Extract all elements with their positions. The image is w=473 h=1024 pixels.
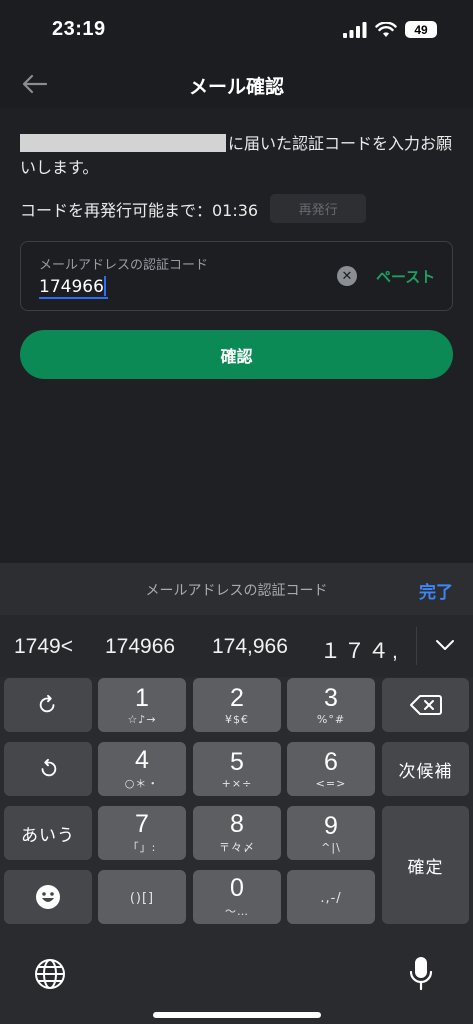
home-indicator bbox=[153, 1012, 321, 1018]
keyboard-field-title: メールアドレスの認証コード bbox=[145, 583, 328, 599]
clear-icon[interactable]: ✕ bbox=[337, 266, 357, 286]
reverse-icon bbox=[41, 758, 57, 777]
key-0[interactable]: 0 〜… bbox=[193, 870, 281, 924]
emoji-icon bbox=[36, 885, 60, 909]
wifi-icon bbox=[375, 21, 397, 37]
chevron-down-icon[interactable] bbox=[433, 633, 457, 657]
keyboard-accessory-bar: メールアドレスの認証コード 完了 bbox=[0, 563, 473, 615]
key-6[interactable]: 6 <=> bbox=[287, 742, 375, 796]
key-7[interactable]: 7 「」: bbox=[98, 806, 186, 860]
key-1[interactable]: 1 ☆♪→ bbox=[98, 678, 186, 732]
instruction-text: に届いた認証コードを入力お願いします。 bbox=[20, 134, 453, 177]
suggestion-divider bbox=[416, 627, 417, 665]
done-button[interactable]: 完了 bbox=[419, 578, 453, 603]
emoji-key[interactable] bbox=[4, 870, 92, 924]
key-8[interactable]: 8 〒々〆 bbox=[193, 806, 281, 860]
key-5[interactable]: 5 +×÷ bbox=[193, 742, 281, 796]
keypad: 1 ☆♪→ 2 ¥$€ 3 %°# 4 ○＊・ 5 +×÷ 6 <=> 次候補 あいう bbox=[0, 677, 473, 1024]
bracket-key[interactable]: ()[] bbox=[98, 870, 186, 924]
suggestion-item[interactable]: 174,966 bbox=[212, 635, 288, 659]
key-9[interactable]: 9 ^|\ bbox=[287, 806, 375, 860]
suggestion-item[interactable]: １７４, bbox=[320, 635, 401, 665]
punctuation-key[interactable]: .,-/ bbox=[287, 870, 375, 924]
suggestion-item[interactable]: 1749< bbox=[14, 635, 73, 659]
reissue-button[interactable]: 再発行 bbox=[270, 194, 367, 223]
microphone-icon[interactable] bbox=[409, 956, 433, 992]
kana-mode-key[interactable]: あいう bbox=[4, 806, 92, 860]
main-content: に届いた認証コードを入力お願いします。 コードを再発行可能まで：01:36 再発… bbox=[0, 108, 473, 563]
text-caret bbox=[103, 276, 106, 296]
backspace-key[interactable] bbox=[382, 678, 469, 732]
globe-icon[interactable] bbox=[34, 958, 66, 990]
backspace-icon bbox=[409, 695, 442, 715]
reverse-key[interactable] bbox=[4, 742, 92, 796]
key-3[interactable]: 3 %°# bbox=[287, 678, 375, 732]
undo-icon bbox=[39, 694, 55, 713]
reissue-row: コードを再発行可能まで：01:36 再発行 bbox=[20, 194, 367, 223]
key-4[interactable]: 4 ○＊・ bbox=[98, 742, 186, 796]
reissue-countdown: コードを再発行可能まで：01:36 bbox=[20, 200, 259, 220]
redacted-email bbox=[20, 134, 226, 152]
suggestion-bar: 1749< 174966 174,966 １７４, bbox=[0, 615, 473, 677]
confirm-button[interactable]: 確認 bbox=[20, 330, 453, 379]
enter-key[interactable]: 確定 bbox=[382, 806, 469, 924]
keyboard-area: メールアドレスの認証コード 完了 1749< 174966 174,966 １７… bbox=[0, 563, 473, 1024]
status-bar: 23:19 49 bbox=[0, 0, 473, 60]
input-label: メールアドレスの認証コード bbox=[39, 258, 209, 273]
verification-code-field[interactable]: メールアドレスの認証コード 174966 ✕ ペースト bbox=[20, 241, 453, 311]
navigation-bar: メール確認 bbox=[0, 60, 473, 108]
paste-button[interactable]: ペースト bbox=[376, 266, 435, 287]
cellular-signal-icon bbox=[343, 21, 367, 38]
undo-key[interactable] bbox=[4, 678, 92, 732]
status-icons: 49 bbox=[343, 21, 437, 38]
status-time: 23:19 bbox=[52, 18, 106, 40]
next-candidate-key[interactable]: 次候補 bbox=[382, 742, 469, 796]
page-title: メール確認 bbox=[188, 76, 284, 98]
suggestion-item[interactable]: 174966 bbox=[105, 635, 175, 659]
verification-code-input[interactable]: 174966 bbox=[39, 276, 108, 299]
battery-icon: 49 bbox=[405, 21, 437, 38]
key-2[interactable]: 2 ¥$€ bbox=[193, 678, 281, 732]
